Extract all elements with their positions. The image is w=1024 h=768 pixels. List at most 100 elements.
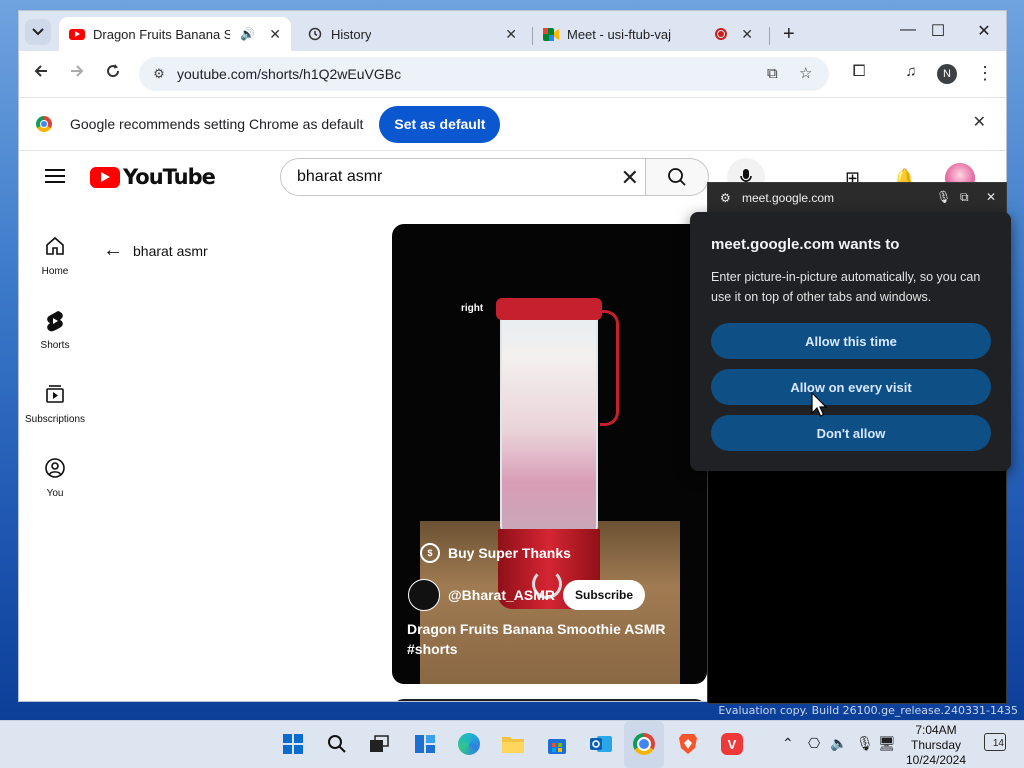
youtube-logo[interactable]: YouTube [90, 165, 216, 189]
task-view-button[interactable] [366, 731, 392, 757]
clear-search-icon[interactable]: ✕ [621, 165, 639, 191]
address-bar[interactable]: ⚙ youtube.com/shorts/h1Q2wEuVGBc ⧉ ☆ [139, 57, 829, 91]
notification-center-button[interactable]: 14 [984, 733, 1006, 751]
youtube-icon [69, 26, 85, 42]
minimize-button[interactable]: — [893, 21, 923, 39]
youtube-icon [90, 166, 120, 188]
search-input[interactable]: bharat asmr ✕ [280, 158, 646, 196]
shorts-video-player[interactable]: right $ Buy Super Thanks @Bharat_ASMR Su… [392, 224, 707, 684]
evaluation-watermark: Evaluation copy. Build 26100.ge_release.… [718, 704, 1018, 717]
file-explorer-button[interactable] [500, 731, 526, 757]
dont-allow-button[interactable]: Don't allow [711, 415, 991, 451]
install-app-icon[interactable]: ⧉ [767, 57, 778, 91]
outlook-button[interactable] [588, 731, 614, 757]
widgets-icon [415, 735, 435, 753]
super-thanks-label: Buy Super Thanks [448, 545, 571, 561]
arrow-left-icon [34, 65, 47, 77]
display-icon[interactable]: 🖥 [878, 735, 896, 752]
set-as-default-button[interactable]: Set as default [379, 105, 501, 143]
recording-icon [715, 28, 728, 40]
tab-history[interactable]: History ✕ [297, 17, 527, 51]
youtube-wordmark: YouTube [123, 165, 216, 189]
you-icon [19, 457, 91, 483]
search-taskbar-button[interactable] [324, 731, 350, 757]
chrome-taskbar-button[interactable] [631, 731, 657, 757]
reload-button[interactable] [101, 63, 125, 84]
volume-icon[interactable]: 🔈 [830, 735, 847, 752]
close-icon[interactable]: ✕ [973, 112, 986, 132]
store-button[interactable] [544, 731, 570, 757]
super-thanks-button[interactable]: $ Buy Super Thanks [420, 543, 571, 563]
tab-meet[interactable]: Meet - usi-ftub-vaj ✕ [533, 17, 763, 51]
widgets-button[interactable] [412, 731, 438, 757]
channel-avatar[interactable] [408, 579, 440, 611]
close-window-button[interactable]: ✕ [969, 21, 999, 41]
start-button[interactable] [280, 731, 306, 757]
task-view-icon [370, 735, 389, 752]
reload-icon [107, 64, 120, 78]
search-query: bharat asmr [297, 168, 383, 185]
edge-browser-button[interactable] [456, 731, 482, 757]
speaker-icon[interactable]: 🔊 [240, 27, 255, 41]
back-link-label: bharat asmr [133, 242, 208, 259]
tab-youtube-short[interactable]: Dragon Fruits Banana Smoo 🔊 ✕ [59, 17, 291, 51]
subscribe-button[interactable]: Subscribe [563, 580, 646, 610]
arrow-left-icon: ← [103, 239, 123, 261]
back-button[interactable] [29, 63, 53, 84]
clock-time: 7:04AM [915, 723, 957, 737]
allow-every-visit-button[interactable]: Allow on every visit [711, 369, 991, 405]
brave-button[interactable] [675, 731, 701, 757]
video-overlay-text: right [461, 303, 484, 314]
clock-day: Thursday [910, 738, 962, 752]
microphone-icon[interactable]: 🎙 [856, 735, 874, 752]
menu-kebab-icon[interactable]: ⋮ [973, 63, 997, 84]
infobar-message: Google recommends setting Chrome as defa… [70, 116, 364, 132]
back-to-search-link[interactable]: ← bharat asmr [103, 239, 208, 262]
maximize-button[interactable]: ☐ [923, 21, 953, 41]
mouse-cursor-icon [811, 392, 827, 417]
site-settings-icon[interactable]: ⚙ [149, 66, 169, 82]
site-settings-icon[interactable]: ⚙ [720, 191, 736, 205]
network-icon[interactable]: ⎔ [808, 735, 820, 752]
chrome-icon [633, 733, 655, 755]
close-icon[interactable]: ✕ [741, 26, 753, 43]
profile-button[interactable]: N [937, 64, 957, 84]
notification-count: 14 [992, 738, 1004, 749]
close-icon[interactable]: ✕ [269, 26, 281, 43]
show-hidden-icons-chevron-icon[interactable]: ⌃ [782, 735, 794, 752]
video-title[interactable]: Dragon Fruits Banana Smoothie ASMR #shor… [407, 619, 677, 659]
default-browser-infobar: Google recommends setting Chrome as defa… [19, 98, 1006, 151]
next-short-preview[interactable] [392, 699, 707, 701]
guide-item-shorts[interactable]: Shorts [19, 309, 91, 351]
close-icon[interactable]: ✕ [986, 190, 996, 204]
tab-title: Dragon Fruits Banana Smoo [93, 26, 230, 42]
home-icon [19, 235, 91, 261]
extensions-icon[interactable]: ⧠ [847, 63, 871, 81]
search-button[interactable] [646, 158, 709, 196]
dialog-description: Enter picture-in-picture automatically, … [711, 270, 981, 304]
vivaldi-button[interactable]: V [719, 731, 745, 757]
allow-this-time-button[interactable]: Allow this time [711, 323, 991, 359]
media-controls-icon[interactable]: ♫ [899, 63, 923, 80]
channel-row: @Bharat_ASMR Subscribe [408, 579, 646, 611]
tab-title: Meet - usi-ftub-vaj [567, 26, 672, 42]
vivaldi-icon: V [721, 733, 743, 755]
guide-item-you[interactable]: You [19, 457, 91, 499]
bookmark-star-icon[interactable]: ☆ [799, 57, 812, 91]
new-tab-button[interactable]: + [773, 17, 803, 51]
guide-item-subscriptions[interactable]: Subscriptions [19, 383, 91, 425]
guide-item-home[interactable]: Home [19, 235, 91, 277]
pip-host: meet.google.com [742, 191, 835, 205]
taskbar-clock[interactable]: 7:04AM Thursday 10/24/2024 [896, 723, 976, 768]
back-to-tab-icon[interactable]: ⧉ [960, 190, 969, 205]
channel-handle[interactable]: @Bharat_ASMR [448, 587, 555, 603]
pip-permission-dialog: meet.google.com wants to Enter picture-i… [690, 212, 1011, 471]
hamburger-menu-icon[interactable] [45, 169, 65, 183]
video-frame-lid [496, 298, 602, 320]
close-icon[interactable]: ✕ [505, 26, 517, 43]
forward-button[interactable] [65, 63, 89, 84]
tab-search-button[interactable] [25, 19, 51, 45]
microphone-icon[interactable]: 🎙 [936, 190, 951, 204]
dialog-title: meet.google.com wants to [711, 236, 900, 253]
guide-label: Shorts [40, 340, 70, 351]
